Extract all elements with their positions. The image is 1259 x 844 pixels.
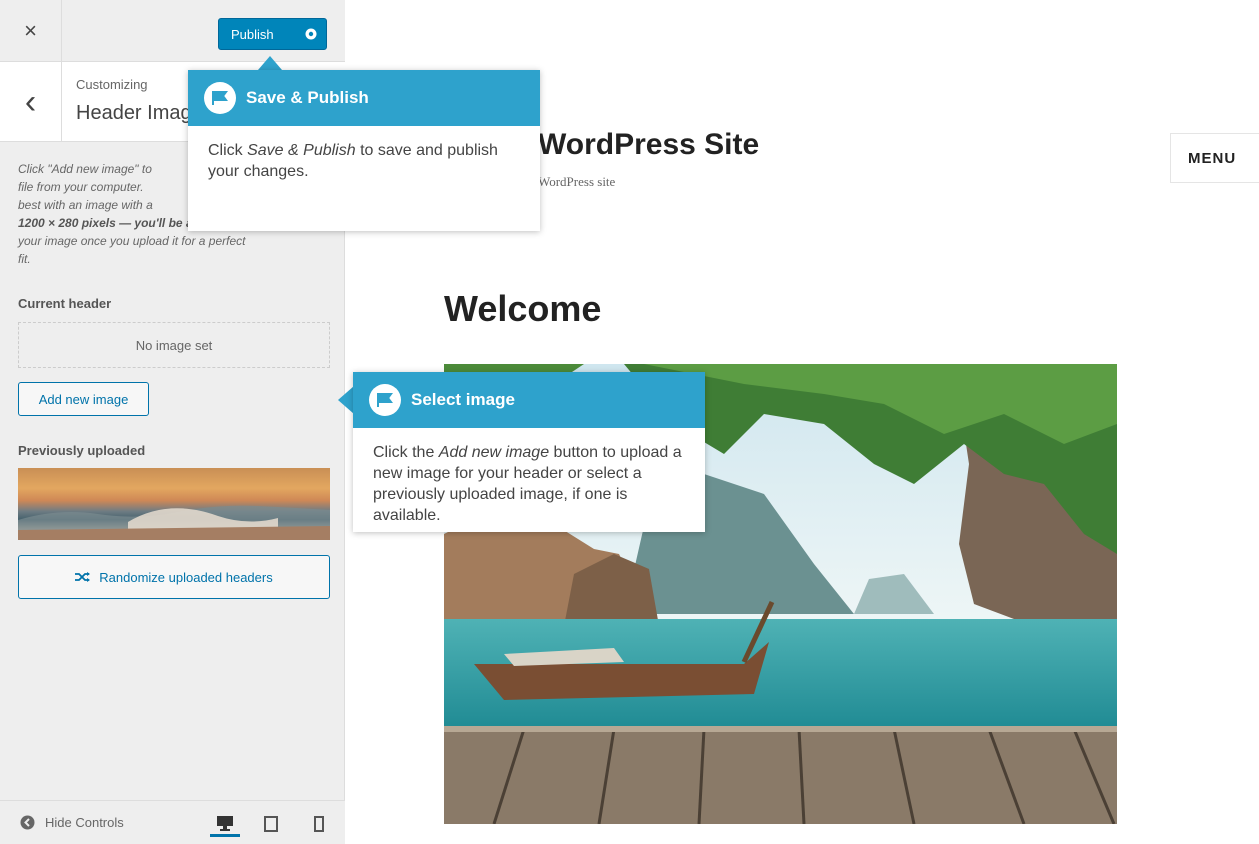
tablet-icon — [264, 816, 278, 832]
tooltip-body: Click Save & Publish to save and publish… — [188, 126, 540, 194]
gear-icon[interactable] — [304, 27, 318, 41]
current-header-label: Current header — [18, 296, 112, 311]
site-description: WordPress site — [538, 174, 616, 189]
mobile-preview-button[interactable] — [304, 811, 334, 837]
site-title[interactable]: WordPress Site — [538, 128, 759, 162]
publish-button[interactable]: Publish — [218, 18, 327, 50]
tooltip-text: Click — [208, 142, 248, 159]
tooltip-header: Save & Publish — [188, 70, 540, 126]
randomize-label: Randomize uploaded headers — [99, 569, 273, 585]
close-icon: × — [24, 18, 37, 43]
menu-label: MENU — [1188, 149, 1237, 167]
panel-title: Header Image — [76, 102, 203, 124]
hide-controls-button[interactable]: Hide Controls — [20, 815, 124, 830]
sunset-beach-image — [18, 505, 330, 540]
randomize-headers-button[interactable]: Randomize uploaded headers — [18, 555, 330, 599]
tooltip-arrow — [338, 386, 354, 414]
no-image-placeholder: No image set — [18, 322, 330, 368]
chevron-left-icon: ‹ — [24, 82, 37, 121]
tooltip-emphasis: Save & Publish — [247, 142, 356, 159]
description-line: your image once you upload it for a perf… — [18, 234, 246, 248]
tablet-preview-button[interactable] — [256, 811, 286, 837]
tooltip-text: Click the — [373, 444, 439, 461]
add-new-image-label: Add new image — [38, 391, 129, 407]
hide-controls-label: Hide Controls — [45, 815, 124, 830]
previously-uploaded-thumbnail[interactable] — [18, 468, 330, 540]
tooltip-emphasis: Add new image — [438, 444, 550, 461]
description-line: fit. — [18, 252, 31, 266]
customizer-header: × Publish — [0, 0, 345, 62]
back-button[interactable]: ‹ — [0, 62, 62, 141]
desktop-icon — [217, 815, 233, 831]
breadcrumb: Customizing — [76, 77, 148, 92]
flag-icon — [204, 82, 236, 114]
no-image-text: No image set — [135, 337, 213, 353]
mobile-icon — [314, 816, 324, 832]
customizer-footer: Hide Controls — [0, 800, 345, 844]
desktop-preview-button[interactable] — [210, 811, 240, 837]
add-new-image-button[interactable]: Add new image — [18, 382, 149, 416]
previously-uploaded-label: Previously uploaded — [18, 443, 146, 458]
collapse-icon — [20, 815, 35, 830]
tooltip-arrow — [258, 56, 282, 70]
publish-label: Publish — [231, 26, 274, 42]
menu-button[interactable]: MENU — [1170, 133, 1259, 183]
tooltip-body: Click the Add new image button to upload… — [353, 428, 705, 538]
page-heading: Welcome — [444, 288, 602, 329]
tooltip-title: Select image — [411, 390, 515, 409]
close-customizer-button[interactable]: × — [0, 0, 62, 62]
save-publish-tooltip: Save & Publish Click Save & Publish to s… — [188, 70, 540, 231]
tooltip-header: Select image — [353, 372, 705, 428]
shuffle-icon — [75, 572, 91, 582]
tooltip-title: Save & Publish — [246, 88, 369, 107]
flag-icon — [369, 384, 401, 416]
select-image-tooltip: Select image Click the Add new image but… — [353, 372, 705, 532]
